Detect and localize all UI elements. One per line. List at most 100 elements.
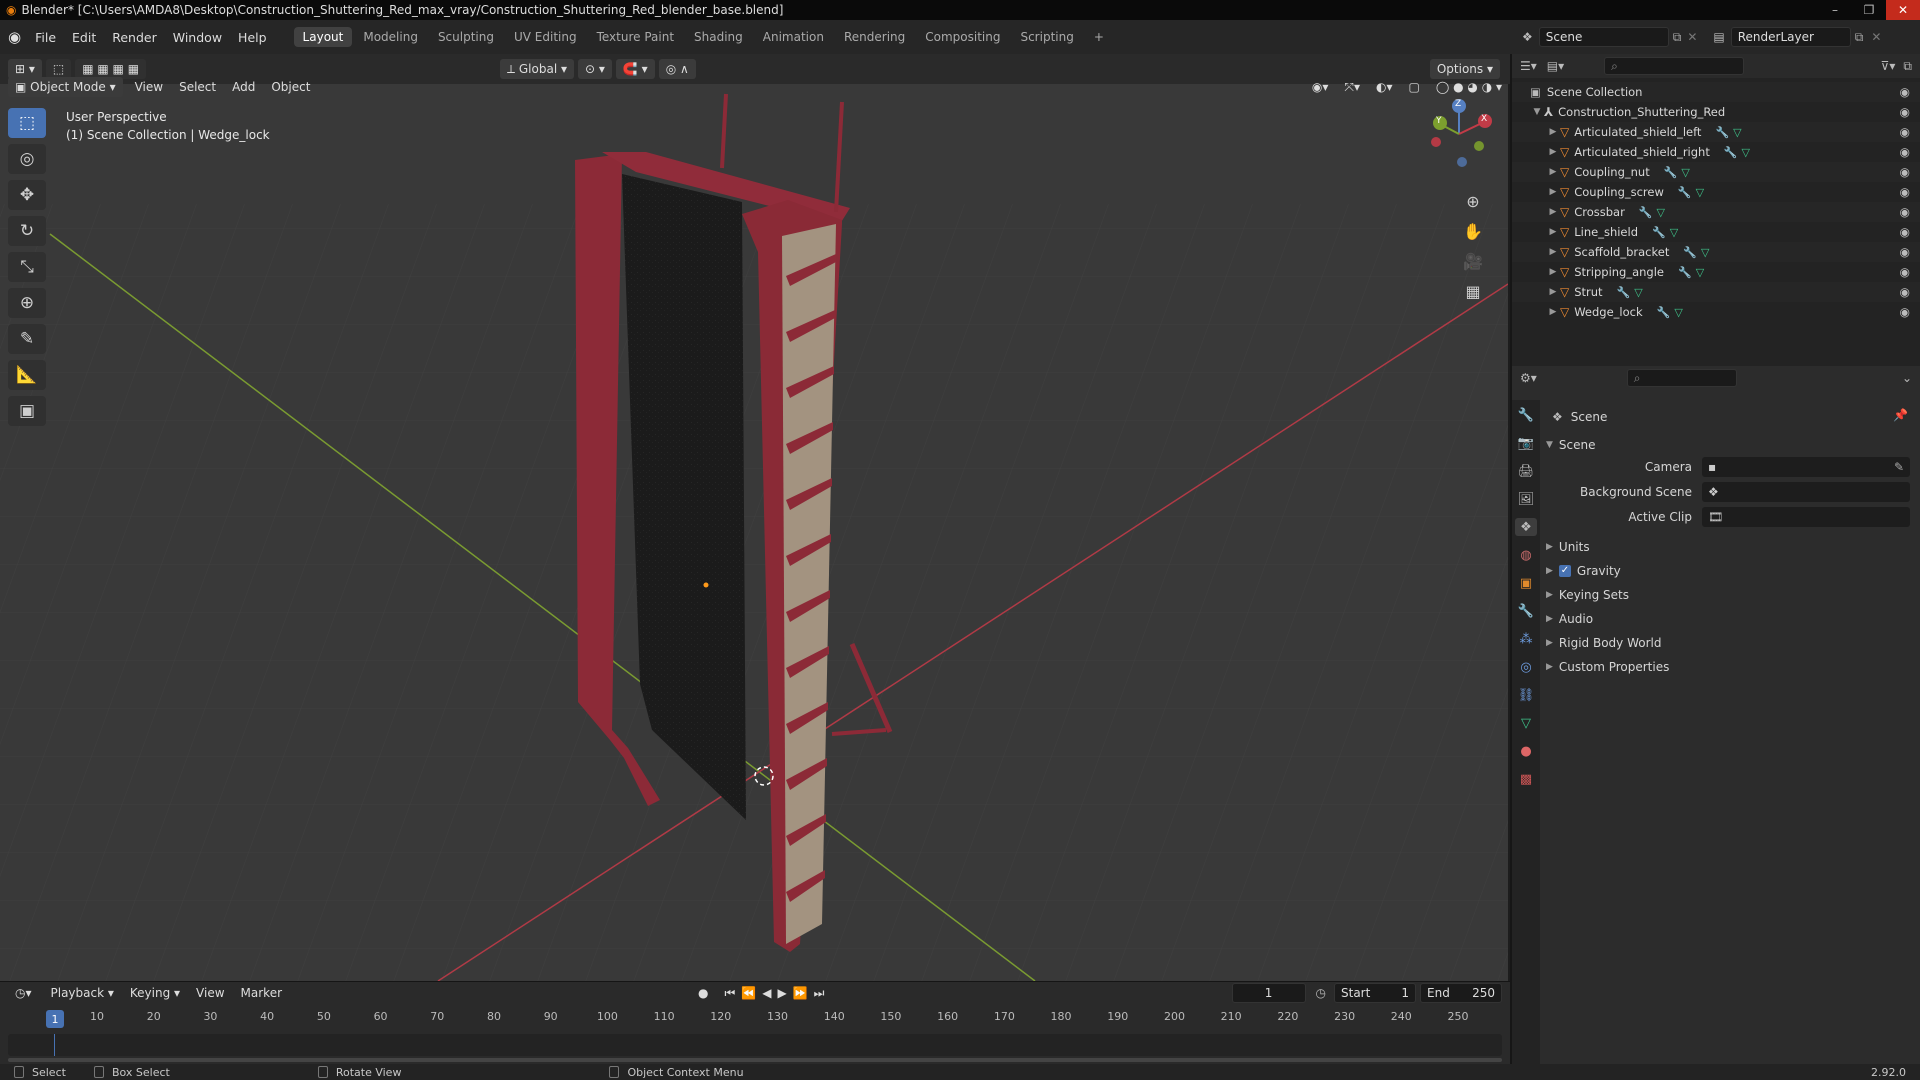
eye-icon[interactable]: ◉ (1900, 245, 1910, 259)
navigation-gizmo[interactable]: Z X Y (1424, 94, 1494, 174)
mesh-data-icon[interactable]: ▽ (1701, 246, 1709, 259)
menu-timeline-view[interactable]: View (188, 986, 232, 1000)
eye-icon[interactable]: ◉ (1900, 145, 1910, 159)
delete-view-layer-icon[interactable]: ✕ (1871, 30, 1881, 44)
expand-icon[interactable]: ▶ (1546, 127, 1560, 137)
outliner-row-collection[interactable]: ▼ ⅄ Construction_Shuttering_Red ◉ (1512, 102, 1920, 122)
menu-marker[interactable]: Marker (233, 986, 290, 1000)
gravity-panel[interactable]: ▶ ✓ Gravity (1546, 560, 1621, 582)
tool-tab-icon[interactable]: 🔧 (1515, 406, 1537, 424)
tab-modeling[interactable]: Modeling (354, 27, 427, 47)
outliner-row-object[interactable]: ▶ ▽ Crossbar 🔧 ▽ ◉ (1512, 202, 1920, 222)
mesh-data-icon[interactable]: ▽ (1634, 286, 1642, 299)
outliner-row-object[interactable]: ▶ ▽ Coupling_screw 🔧 ▽ ◉ (1512, 182, 1920, 202)
menu-help[interactable]: Help (230, 30, 275, 45)
menu-playback[interactable]: Playback ▾ (43, 986, 122, 1000)
move-tool-icon[interactable]: ✥ (8, 180, 46, 210)
display-mode-icon[interactable]: ▤▾ (1547, 59, 1564, 73)
add-cube-tool-icon[interactable]: ▣ (8, 396, 46, 426)
world-tab-icon[interactable]: ◍ (1515, 546, 1537, 564)
tab-texture-paint[interactable]: Texture Paint (588, 27, 683, 47)
eyedropper-icon[interactable]: ✎ (1894, 460, 1904, 474)
shading-modes-icon[interactable]: ◯ ● ◕ ◑ ▾ (1428, 80, 1510, 94)
tab-layout[interactable]: Layout (293, 27, 353, 47)
new-scene-icon[interactable]: ⧉ (1673, 30, 1682, 45)
eye-icon[interactable]: ◉ (1900, 265, 1910, 279)
modifier-icon[interactable]: 🔧 (1678, 266, 1692, 279)
scene-selector[interactable]: Scene (1538, 27, 1669, 47)
modifier-icon[interactable]: 🔧 (1617, 286, 1631, 299)
outliner-row-object[interactable]: ▶ ▽ Wedge_lock 🔧 ▽ ◉ (1512, 302, 1920, 322)
modifiers-tab-icon[interactable]: 🔧 (1515, 602, 1537, 620)
record-icon[interactable]: ● (690, 986, 716, 1000)
expand-icon[interactable]: ▶ (1546, 167, 1560, 177)
overlay-toggle-icon[interactable]: ◐▾ (1368, 80, 1401, 94)
outliner-row-object[interactable]: ▶ ▽ Line_shield 🔧 ▽ ◉ (1512, 222, 1920, 242)
outliner-row-object[interactable]: ▶ ▽ Coupling_nut 🔧 ▽ ◉ (1512, 162, 1920, 182)
new-view-layer-icon[interactable]: ⧉ (1855, 30, 1864, 45)
menu-file[interactable]: File (27, 30, 64, 45)
audio-panel[interactable]: ▶ Audio (1546, 608, 1593, 630)
menu-render[interactable]: Render (104, 30, 165, 45)
zoom-icon[interactable]: ⊕ (1458, 186, 1488, 216)
eye-icon[interactable]: ◉ (1900, 185, 1910, 199)
scene-panel-header[interactable]: ▼ Scene (1546, 434, 1596, 456)
tab-animation[interactable]: Animation (754, 27, 833, 47)
delete-scene-icon[interactable]: ✕ (1687, 30, 1697, 44)
outliner-row-object[interactable]: ▶ ▽ Scaffold_bracket 🔧 ▽ ◉ (1512, 242, 1920, 262)
custom-properties-panel[interactable]: ▶ Custom Properties (1546, 656, 1669, 678)
view-layer-tab-icon[interactable]: 🖼 (1515, 490, 1537, 508)
timeline-ruler[interactable]: 1102030405060708090100110120130140150160… (8, 1010, 1502, 1030)
active-clip-field[interactable]: 🎞 (1702, 507, 1910, 527)
measure-tool-icon[interactable]: 📐 (8, 360, 46, 390)
rigid-body-world-panel[interactable]: ▶ Rigid Body World (1546, 632, 1661, 654)
modifier-icon[interactable]: 🔧 (1639, 206, 1653, 219)
particles-tab-icon[interactable]: ⁂ (1515, 630, 1537, 648)
expand-icon[interactable]: ▶ (1546, 267, 1560, 277)
tab-shading[interactable]: Shading (685, 27, 752, 47)
output-tab-icon[interactable]: 🖨 (1515, 462, 1537, 480)
new-collection-icon[interactable]: ⧉ (1903, 59, 1912, 74)
expand-icon[interactable]: ▶ (1546, 147, 1560, 157)
mesh-data-icon[interactable]: ▽ (1670, 226, 1678, 239)
start-frame-field[interactable]: Start 1 (1334, 983, 1416, 1003)
camera-field[interactable]: ▪ ✎ (1702, 457, 1910, 477)
scene-tab-icon[interactable]: ❖ (1515, 518, 1537, 536)
modifier-icon[interactable]: 🔧 (1678, 186, 1692, 199)
tab-rendering[interactable]: Rendering (835, 27, 914, 47)
timeline-track[interactable] (8, 1034, 1502, 1056)
tab-compositing[interactable]: Compositing (916, 27, 1009, 47)
eye-icon[interactable]: ◉ (1900, 225, 1910, 239)
mesh-data-icon[interactable]: ▽ (1696, 186, 1704, 199)
expand-icon[interactable]: ▶ (1546, 247, 1560, 257)
ortho-grid-icon[interactable]: ▦ (1458, 276, 1488, 306)
properties-search-input[interactable]: ⌕ (1626, 369, 1737, 387)
eye-icon[interactable]: ◉ (1900, 165, 1910, 179)
outliner-row-object[interactable]: ▶ ▽ Stripping_angle 🔧 ▽ ◉ (1512, 262, 1920, 282)
eye-icon[interactable]: ◉ (1900, 305, 1910, 319)
tab-scripting[interactable]: Scripting (1011, 27, 1082, 47)
gravity-checkbox[interactable]: ✓ (1558, 565, 1571, 577)
pan-hand-icon[interactable]: ✋ (1458, 216, 1488, 246)
blender-menu-icon[interactable]: ◉ (8, 28, 21, 46)
preview-range-icon[interactable]: ◷ (1316, 986, 1326, 1000)
modifier-icon[interactable]: 🔧 (1715, 126, 1729, 139)
modifier-icon[interactable]: 🔧 (1657, 306, 1671, 319)
xray-icon[interactable]: ▢ (1401, 80, 1428, 94)
mesh-data-icon[interactable]: ▽ (1742, 146, 1750, 159)
keying-sets-panel[interactable]: ▶ Keying Sets (1546, 584, 1629, 606)
close-button[interactable]: ✕ (1886, 0, 1920, 20)
transform-tool-icon[interactable]: ⊕ (8, 288, 46, 318)
playhead[interactable]: 1 (46, 1010, 64, 1028)
mesh-data-icon[interactable]: ▽ (1674, 306, 1682, 319)
pin-icon[interactable]: 📌 (1893, 408, 1908, 422)
tab-uv-editing[interactable]: UV Editing (505, 27, 586, 47)
outliner-editor-type-icon[interactable]: ☰▾ (1520, 59, 1537, 73)
mesh-data-icon[interactable]: ▽ (1681, 166, 1689, 179)
properties-editor-type-icon[interactable]: ⚙▾ (1520, 371, 1537, 385)
menu-add[interactable]: Add (224, 80, 263, 94)
visibility-icon[interactable]: ◉▾ (1304, 80, 1337, 94)
expand-icon[interactable]: ▶ (1546, 207, 1560, 217)
expand-icon[interactable]: ▶ (1546, 187, 1560, 197)
filter-icon[interactable]: ⊽▾ (1881, 59, 1896, 73)
